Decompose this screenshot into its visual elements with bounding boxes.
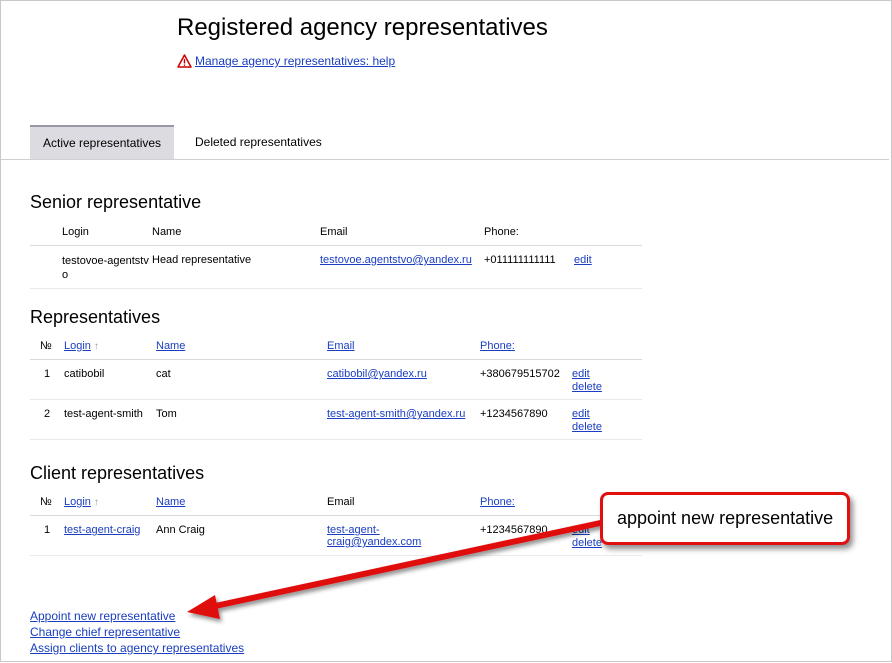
representatives-heading: Representatives (30, 307, 161, 327)
row-name: cat (156, 359, 327, 400)
column-number: № (30, 488, 64, 516)
row-number: 1 (30, 359, 64, 400)
row-login-link[interactable]: test-agent-craig (64, 524, 140, 536)
bottom-links: Appoint new representative Change chief … (30, 608, 244, 656)
help-link[interactable]: Manage agency representatives: help (195, 54, 395, 68)
table-row: 1 test-agent-craig Ann Craig test-agent-… (30, 515, 642, 556)
row-email-link[interactable]: test-agent-smith@yandex.ru (327, 408, 465, 420)
tab-deleted-representatives[interactable]: Deleted representatives (182, 125, 335, 158)
representatives-header-row: № Login ↑ Name Email Phone: (30, 332, 642, 360)
sort-login-link[interactable]: Login (64, 496, 91, 508)
row-login: catibobil (64, 359, 156, 400)
senior-header-row: Login Name Email Phone: (30, 218, 642, 246)
row-phone: +1234567890 (480, 399, 572, 440)
tab-bar: Active representatives Deleted represent… (1, 125, 889, 160)
appoint-representative-link[interactable]: Appoint new representative (30, 609, 175, 623)
edit-link[interactable]: edit (572, 408, 642, 420)
senior-login: testovoe-agentstvo (62, 245, 152, 289)
senior-name: Head representative (152, 245, 320, 289)
row-phone: +1234567890 (480, 515, 572, 556)
representatives-table: № Login ↑ Name Email Phone: 1 catibobil c… (30, 332, 642, 440)
assign-clients-link[interactable]: Assign clients to agency representatives (30, 641, 244, 655)
senior-email-link[interactable]: testovoe.agentstvo@yandex.ru (320, 254, 472, 266)
table-row: 2 test-agent-smith Tom test-agent-smith@… (30, 399, 642, 440)
clients-header-row: № Login ↑ Name Email Phone: (30, 488, 642, 516)
senior-phone: +011111111111 (484, 245, 574, 289)
sort-name-link[interactable]: Name (156, 340, 185, 352)
senior-heading: Senior representative (30, 192, 202, 212)
column-login: Login (62, 218, 152, 246)
row-name: Ann Craig (156, 515, 327, 556)
senior-edit-link[interactable]: edit (574, 254, 592, 266)
help-row: Manage agency representatives: help (177, 54, 395, 68)
row-phone: +380679515702 (480, 359, 572, 400)
row-login: test-agent-smith (64, 399, 156, 440)
delete-link[interactable]: delete (572, 381, 642, 393)
row-email-link[interactable]: catibobil@yandex.ru (327, 368, 427, 380)
column-email: Email (320, 218, 484, 246)
delete-link[interactable]: delete (572, 421, 642, 433)
table-row: 1 catibobil cat catibobil@yandex.ru +380… (30, 359, 642, 400)
sort-ascending-icon: ↑ (93, 496, 99, 508)
row-number: 2 (30, 399, 64, 440)
sort-phone-link[interactable]: Phone: (480, 340, 515, 352)
column-phone: Phone: (484, 218, 574, 246)
column-number: № (30, 332, 64, 360)
clients-heading: Client representatives (30, 463, 205, 483)
column-email: Email (327, 488, 480, 516)
sort-ascending-icon: ↑ (93, 340, 99, 352)
sort-login-link[interactable]: Login (64, 340, 91, 352)
table-row: testovoe-agentstvo Head representative t… (30, 245, 642, 289)
tab-active-representatives[interactable]: Active representatives (30, 125, 175, 159)
change-chief-link[interactable]: Change chief representative (30, 625, 180, 639)
column-name: Name (152, 218, 320, 246)
sort-name-link[interactable]: Name (156, 496, 185, 508)
senior-table: Login Name Email Phone: testovoe-agentst… (30, 218, 642, 289)
edit-link[interactable]: edit (572, 368, 642, 380)
warning-icon (177, 54, 192, 68)
annotation-callout: appoint new representative (600, 492, 850, 545)
clients-table: № Login ↑ Name Email Phone: 1 test-agent-… (30, 488, 642, 556)
sort-email-link[interactable]: Email (327, 340, 355, 352)
row-number: 1 (30, 515, 64, 556)
row-name: Tom (156, 399, 327, 440)
row-email-link[interactable]: test-agent-craig@yandex.com (327, 524, 427, 548)
page-title: Registered agency representatives (177, 14, 548, 41)
sort-phone-link[interactable]: Phone: (480, 496, 515, 508)
